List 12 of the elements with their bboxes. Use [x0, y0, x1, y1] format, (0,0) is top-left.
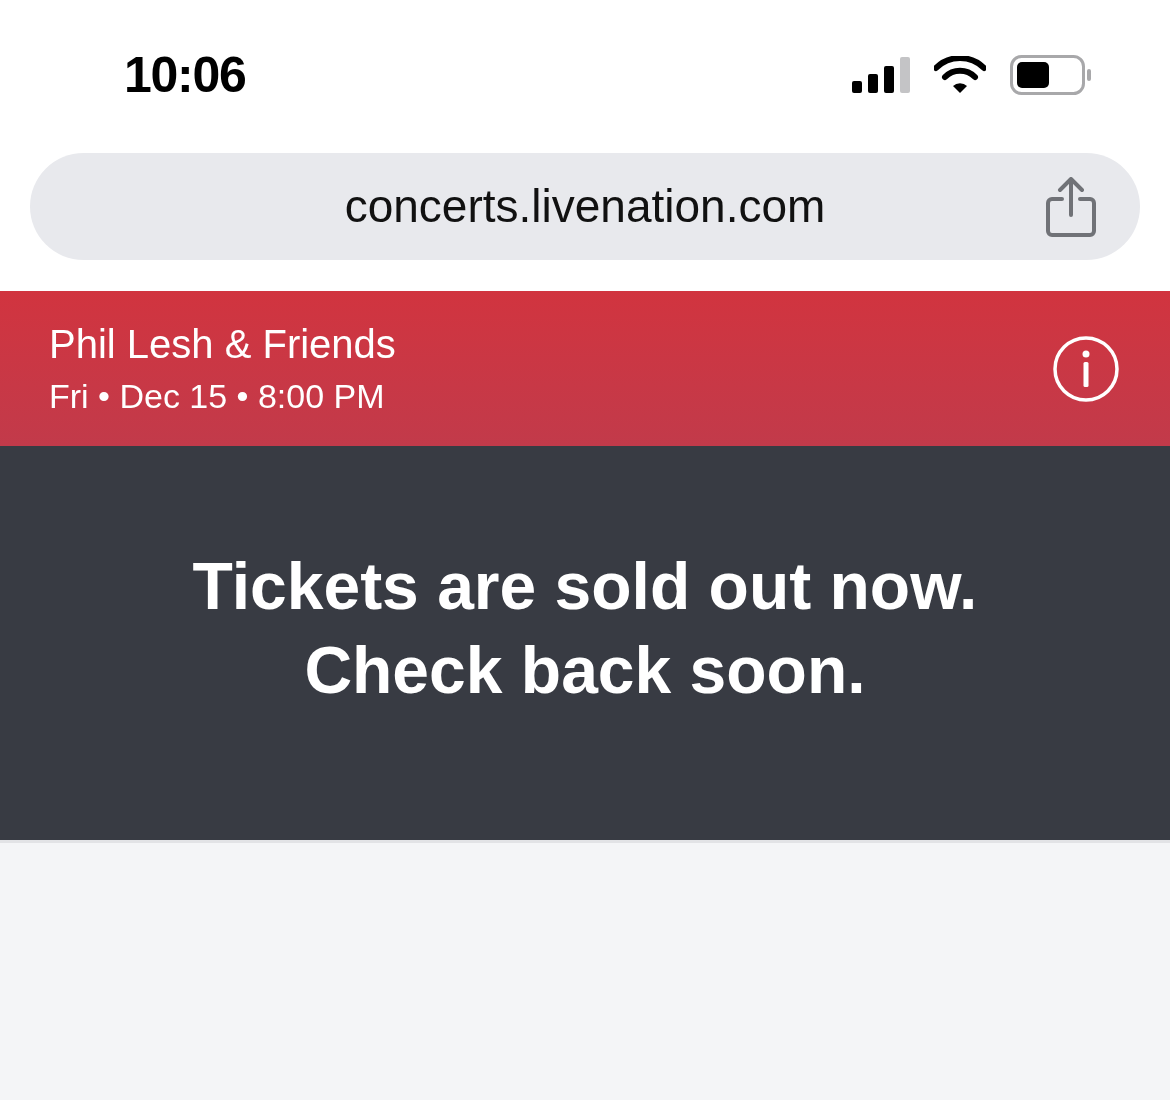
event-title: Phil Lesh & Friends	[49, 321, 396, 369]
signal-icon	[852, 57, 910, 93]
wifi-icon	[934, 56, 986, 94]
clock-time: 10:06	[124, 45, 246, 105]
address-bar[interactable]: concerts.livenation.com	[30, 153, 1140, 260]
battery-icon	[1010, 55, 1092, 95]
info-icon[interactable]	[1052, 334, 1120, 403]
sold-out-message: Tickets are sold out now.	[192, 548, 978, 625]
share-icon[interactable]	[1046, 177, 1096, 237]
sold-out-message: Check back soon.	[304, 632, 866, 709]
event-date: Fri • Dec 15 • 8:00 PM	[49, 376, 386, 418]
url-text: concerts.livenation.com	[344, 179, 826, 234]
